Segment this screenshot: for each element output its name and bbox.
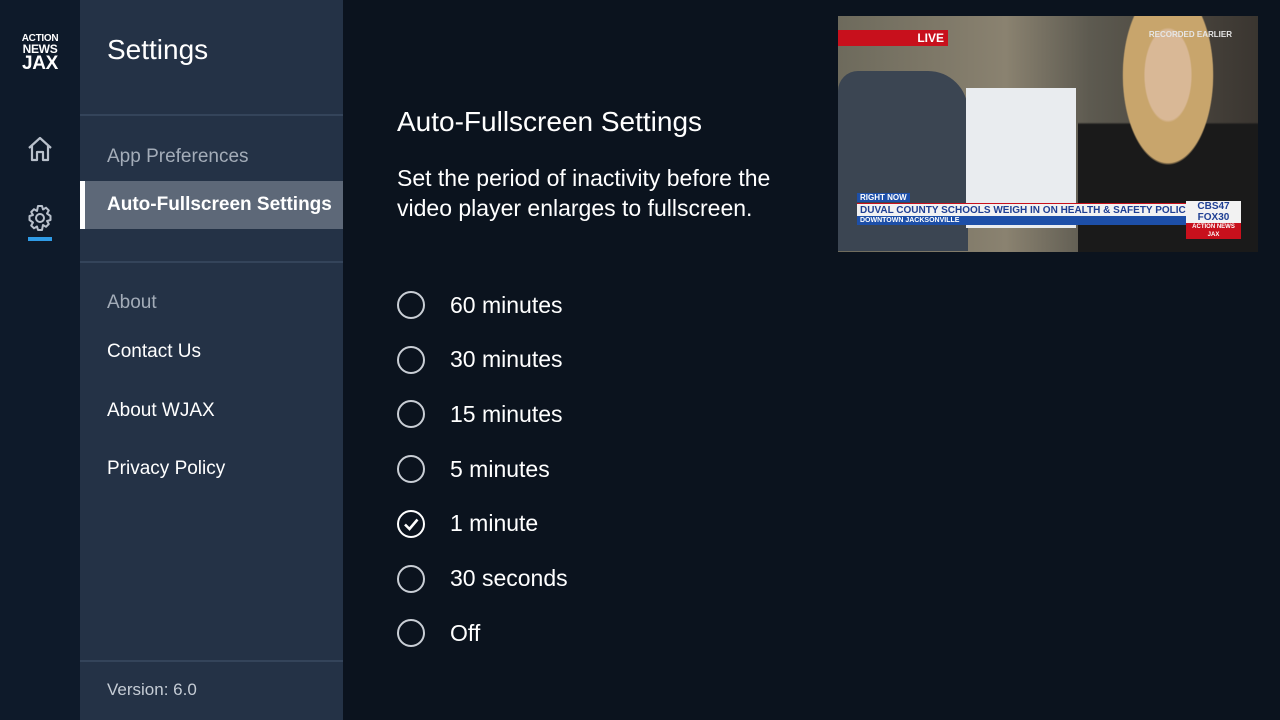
page-title: Auto-Fullscreen Settings bbox=[397, 106, 703, 137]
home-icon[interactable] bbox=[25, 134, 55, 164]
network-logo: CBS47 FOX30 ACTION NEWS JAX bbox=[1186, 201, 1241, 239]
sidebar-item-auto-fullscreen[interactable]: Auto-Fullscreen Settings bbox=[80, 181, 343, 229]
divider bbox=[80, 261, 343, 263]
news-headline: DUVAL COUNTY SCHOOLS WEIGH IN ON HEALTH … bbox=[857, 203, 1190, 217]
radio-option[interactable]: Off bbox=[397, 616, 480, 650]
radio-option[interactable]: 15 minutes bbox=[397, 397, 563, 431]
option-label: 60 minutes bbox=[450, 291, 563, 318]
radio-button[interactable] bbox=[397, 455, 425, 484]
nav-rail: ACTION NEWS JAX bbox=[0, 0, 80, 720]
active-indicator bbox=[28, 237, 52, 241]
radio-button[interactable] bbox=[397, 619, 425, 648]
radio-option[interactable]: 1 minute bbox=[397, 507, 538, 541]
radio-button[interactable] bbox=[397, 345, 425, 374]
option-label: 1 minute bbox=[450, 510, 539, 537]
live-badge: LIVE bbox=[838, 30, 948, 46]
action-news-jax-logo: ACTION NEWS JAX bbox=[18, 34, 62, 74]
sidebar-item-contact-us[interactable]: Contact Us bbox=[80, 328, 343, 376]
settings-sidebar: Settings App Preferences Auto-Fullscreen… bbox=[80, 0, 343, 720]
video-player[interactable]: LIVE RECORDED EARLIER RIGHT NOW DUVAL CO… bbox=[838, 16, 1258, 252]
sidebar-title: Settings bbox=[107, 34, 209, 65]
radio-button[interactable] bbox=[397, 509, 425, 538]
radio-button[interactable] bbox=[397, 564, 425, 593]
option-label: 15 minutes bbox=[450, 400, 563, 427]
option-label: 5 minutes bbox=[450, 455, 550, 482]
sidebar-item-privacy-policy[interactable]: Privacy Policy bbox=[80, 445, 343, 493]
radio-option[interactable]: 5 minutes bbox=[397, 452, 550, 486]
radio-option[interactable]: 30 seconds bbox=[397, 562, 568, 596]
gear-icon[interactable] bbox=[25, 203, 55, 233]
network-fox: FOX30 bbox=[1197, 212, 1230, 223]
radio-button[interactable] bbox=[397, 400, 425, 429]
section-header-about: About bbox=[107, 292, 157, 313]
divider bbox=[80, 660, 343, 662]
recorded-label: RECORDED EARLIER bbox=[1148, 30, 1232, 39]
option-label: Off bbox=[450, 619, 481, 646]
right-now-tag: RIGHT NOW bbox=[857, 193, 910, 202]
option-label: 30 seconds bbox=[450, 565, 568, 591]
checkmark-icon bbox=[404, 518, 419, 531]
radio-button[interactable] bbox=[397, 291, 425, 319]
divider bbox=[80, 114, 343, 116]
logo-line: JAX bbox=[21, 53, 59, 74]
page-description: Set the period of inactivity before the … bbox=[397, 165, 771, 221]
option-label: 30 minutes bbox=[450, 346, 563, 373]
news-location: DOWNTOWN JACKSONVILLE bbox=[857, 216, 1190, 225]
section-header-app-preferences: App Preferences bbox=[107, 146, 249, 167]
network-anj: ACTION NEWS JAX bbox=[1186, 223, 1241, 239]
radio-option[interactable]: 60 minutes bbox=[397, 288, 563, 322]
network-cbs: CBS47 bbox=[1197, 201, 1230, 212]
version-label: Version: 6.0 bbox=[107, 680, 197, 699]
sidebar-item-about-wjax[interactable]: About WJAX bbox=[80, 387, 343, 435]
radio-option[interactable]: 30 minutes bbox=[397, 343, 563, 377]
